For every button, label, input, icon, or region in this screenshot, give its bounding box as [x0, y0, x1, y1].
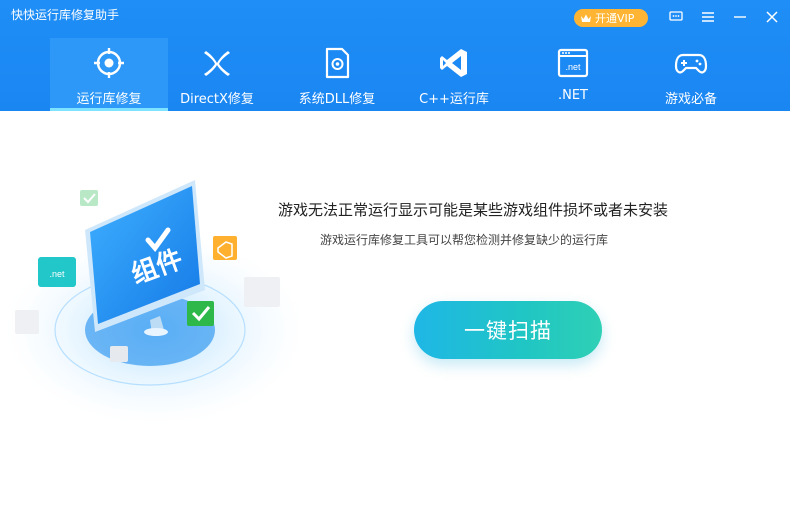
- svg-text:.net: .net: [565, 62, 581, 72]
- tab-label: DirectX修复: [180, 92, 254, 107]
- menu-icon: [702, 12, 714, 22]
- components-illustration: 组件 .net: [5, 180, 300, 425]
- directx-icon: [204, 51, 230, 76]
- tab-label: 游戏必备: [664, 92, 717, 107]
- vs-ghost-icon: [15, 310, 39, 334]
- header-bar: 快快运行库修复助手 开通VIP 运行库修复 DirectX修复 系统DLL修复 …: [0, 0, 790, 111]
- feedback-button[interactable]: [666, 7, 686, 27]
- tab-label: .NET: [557, 88, 588, 103]
- tab-directx[interactable]: DirectX修复: [158, 38, 276, 111]
- tab-system-dll[interactable]: 系统DLL修复: [278, 38, 396, 111]
- dotnet-badge-label: .net: [49, 269, 65, 279]
- vip-label: 开通VIP: [595, 12, 635, 25]
- tab-label: C++运行库: [419, 92, 489, 107]
- main-title: 游戏无法正常运行显示可能是某些游戏组件损坏或者未安装: [278, 201, 669, 219]
- tab-runtime-repair[interactable]: 运行库修复: [50, 38, 168, 111]
- tab-cpp-runtime[interactable]: C++运行库: [395, 38, 513, 111]
- tab-label: 运行库修复: [76, 92, 142, 107]
- close-button[interactable]: [762, 7, 782, 27]
- visual-studio-icon: [440, 49, 467, 77]
- dotnet-window-icon: .net: [557, 48, 589, 78]
- one-click-scan-button[interactable]: 一键扫描: [414, 301, 602, 359]
- crown-icon: [581, 14, 591, 22]
- menu-button[interactable]: [698, 7, 718, 27]
- close-icon: [766, 11, 778, 23]
- tab-label: 系统DLL修复: [298, 92, 376, 107]
- check-badge-icon: [80, 190, 98, 206]
- main-subtitle: 游戏运行库修复工具可以帮您检测并修复缺少的运行库: [320, 233, 609, 247]
- target-icon: [94, 48, 124, 78]
- tab-dotnet[interactable]: .net .NET: [514, 38, 632, 111]
- tab-game-essentials[interactable]: 游戏必备: [632, 38, 750, 111]
- vip-button[interactable]: 开通VIP: [574, 9, 648, 27]
- check-ghost-icon: [110, 346, 128, 362]
- dll-file-icon: [325, 47, 350, 79]
- gamepad-icon: [674, 53, 708, 74]
- feedback-icon: [669, 11, 683, 21]
- minimize-button[interactable]: [730, 7, 750, 27]
- check-badge-icon: [187, 301, 214, 326]
- app-title: 快快运行库修复助手: [11, 8, 120, 22]
- net-ghost-icon: [244, 277, 280, 307]
- minimize-icon: [734, 16, 746, 18]
